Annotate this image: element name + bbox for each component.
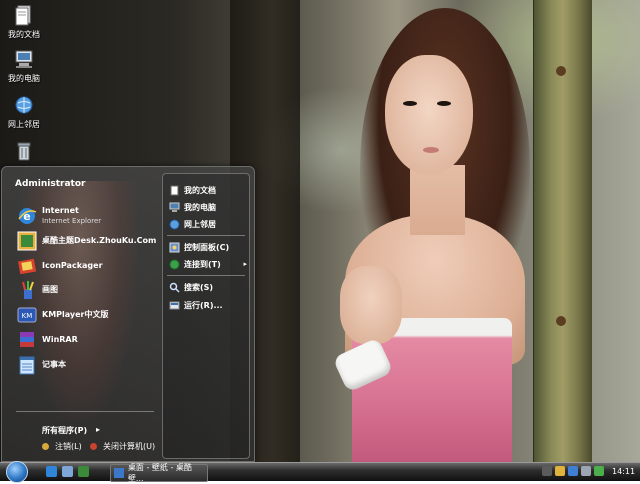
kmplayer-icon: KM <box>17 305 37 325</box>
chevron-right-icon: ▸ <box>96 425 101 434</box>
my-computer-icon <box>13 48 35 70</box>
pillar-bolt <box>556 66 566 76</box>
program-title: 画图 <box>42 285 58 294</box>
places-label: 连接到(T) <box>184 259 221 269</box>
pillar-bolt <box>556 316 566 326</box>
connect-to-icon <box>169 259 180 270</box>
desktop-icon-my-computer[interactable]: 我的电脑 <box>0 48 48 84</box>
program-title: 记事本 <box>42 360 66 369</box>
figure-eye <box>437 101 451 106</box>
tray-volume-icon[interactable] <box>581 466 591 476</box>
figure-eye <box>403 101 417 106</box>
tray-app-icon[interactable] <box>555 466 565 476</box>
places-label: 我的文档 <box>184 185 216 195</box>
chevron-right-icon: ▸ <box>243 260 247 268</box>
tray-network-icon[interactable] <box>568 466 578 476</box>
taskbar-window-label: 桌面 - 壁纸 - 桌酷壁... <box>127 463 192 483</box>
desktop-icon-label: 我的电脑 <box>8 74 40 83</box>
notepad-icon <box>17 355 37 375</box>
taskbar-window-button[interactable]: 桌面 - 壁纸 - 桌酷壁... <box>110 463 208 483</box>
places-run[interactable]: 运行(R)... <box>169 298 247 312</box>
figure-face <box>385 55 473 175</box>
figure-lips <box>423 147 439 153</box>
logoff-label: 注销(L) <box>55 442 82 451</box>
window-icon <box>114 468 124 478</box>
places-network[interactable]: 网上邻居 <box>169 217 247 231</box>
shutdown-label: 关闭计算机(U) <box>103 442 156 451</box>
taskbar-clock[interactable]: 14:11 <box>612 467 635 476</box>
desktop-icon-label: 我的文档 <box>8 30 40 39</box>
start-menu-username: Administrator <box>15 179 86 189</box>
right-pane-divider <box>167 235 245 236</box>
network-places-icon <box>13 94 35 116</box>
places-label: 我的电脑 <box>184 202 216 212</box>
paint-icon <box>17 280 37 300</box>
places-search[interactable]: 搜索(S) <box>169 280 247 294</box>
power-icon <box>90 443 97 450</box>
program-internet-explorer[interactable]: e Internet Internet Explorer <box>17 205 157 227</box>
control-panel-icon <box>169 242 180 253</box>
shutdown-button[interactable]: 关闭计算机(U) <box>90 441 155 452</box>
logoff-button[interactable]: 注销(L) <box>42 441 82 452</box>
program-winrar[interactable]: WinRAR <box>17 329 157 351</box>
program-subtitle: Internet Explorer <box>42 217 102 225</box>
desktop-icon-my-documents[interactable]: 我的文档 <box>0 4 48 40</box>
program-paint[interactable]: 画图 <box>17 279 157 301</box>
program-desk-theme[interactable]: 桌酷主题Desk.ZhouKu.Com <box>17 230 157 252</box>
start-menu-right-pane: 我的文档 我的电脑 网上邻居 控制面板(C) 连接到(T) ▸ 搜索(S) 运行… <box>162 173 250 459</box>
internet-explorer-icon: e <box>17 206 37 226</box>
program-title: Internet <box>42 206 79 215</box>
desk-theme-icon <box>17 231 37 251</box>
network-places-icon <box>169 219 180 230</box>
program-iconpackager[interactable]: IconPackager <box>17 255 157 277</box>
run-icon <box>169 300 180 311</box>
program-title: KMPlayer中文版 <box>42 310 109 319</box>
logoff-icon <box>42 443 49 450</box>
all-programs-button[interactable]: 所有程序(P) <box>42 425 87 436</box>
places-my-documents[interactable]: 我的文档 <box>169 183 247 197</box>
quicklaunch-internet-explorer-icon[interactable] <box>46 466 57 477</box>
svg-text:KM: KM <box>22 312 33 320</box>
figure-neck <box>410 165 465 235</box>
program-title: 桌酷主题Desk.ZhouKu.Com <box>42 236 157 245</box>
places-label: 搜索(S) <box>184 282 214 292</box>
iconpackager-icon <box>17 256 37 276</box>
my-documents-icon <box>169 185 180 196</box>
tray-status-icon[interactable] <box>594 466 604 476</box>
winrar-icon <box>17 330 37 350</box>
program-title: WinRAR <box>42 335 78 344</box>
recycle-bin-icon <box>13 140 35 162</box>
program-kmplayer[interactable]: KM KMPlayer中文版 <box>17 304 157 326</box>
places-label: 网上邻居 <box>184 219 216 229</box>
tray-expand-icon[interactable] <box>542 466 552 476</box>
desktop-icon-network[interactable]: 网上邻居 <box>0 94 48 130</box>
program-notepad[interactable]: 记事本 <box>17 354 157 376</box>
right-pane-divider <box>167 275 245 276</box>
places-my-computer[interactable]: 我的电脑 <box>169 200 247 214</box>
start-menu: Administrator e Internet Internet Explor… <box>1 166 255 462</box>
start-menu-divider <box>16 411 154 412</box>
desktop-icon-recycle-bin[interactable] <box>0 140 48 165</box>
places-control-panel[interactable]: 控制面板(C) <box>169 240 247 254</box>
search-icon <box>169 282 180 293</box>
places-label: 控制面板(C) <box>184 242 230 252</box>
quicklaunch-media-icon[interactable] <box>78 466 89 477</box>
system-tray <box>542 466 604 476</box>
program-title: IconPackager <box>42 261 103 270</box>
places-connect-to[interactable]: 连接到(T) ▸ <box>169 257 247 271</box>
figure-hand <box>340 266 402 344</box>
quicklaunch-show-desktop-icon[interactable] <box>62 466 73 477</box>
my-documents-icon <box>13 4 35 26</box>
places-label: 运行(R)... <box>184 300 223 310</box>
taskbar: 桌面 - 壁纸 - 桌酷壁... 14:11 <box>0 461 640 483</box>
my-computer-icon <box>169 202 180 213</box>
desktop-icon-label: 网上邻居 <box>8 120 40 129</box>
